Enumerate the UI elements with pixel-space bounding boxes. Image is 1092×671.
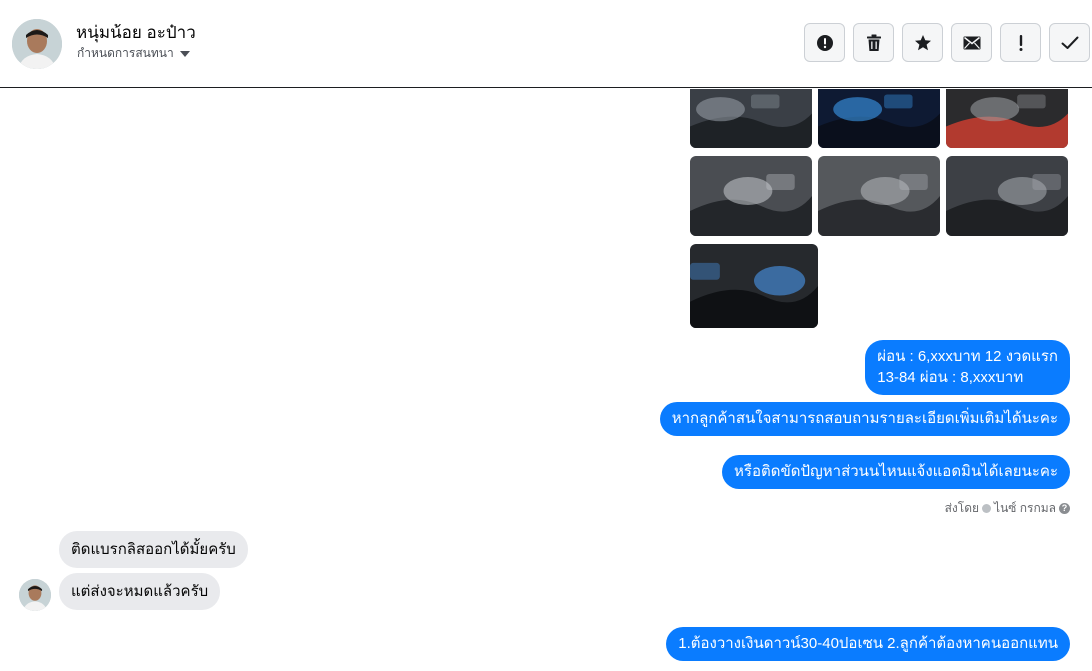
incoming-message[interactable]: ติดแบรกลิสออกได้มั้ยครับ	[59, 531, 248, 568]
trash-icon	[866, 34, 881, 51]
sender-name: ไนซ์ กรกมล	[994, 501, 1056, 515]
checkmark-icon	[1061, 36, 1078, 49]
alert-circle-icon	[816, 34, 833, 51]
photo-steering-wheel[interactable]	[690, 244, 818, 328]
message-text: แต่ส่งจะหมดแล้วครับ	[71, 583, 209, 600]
conversation-settings-label: กำหนดการสนทนา	[77, 46, 174, 60]
exclamation-icon	[1019, 34, 1022, 51]
photo-rear-seats[interactable]	[818, 156, 940, 236]
message-text: หรือติดขัดปัญหาส่วนนไหนแจ้งแอดมินได้เลยน…	[734, 463, 1058, 480]
outgoing-message[interactable]: 1.ต้องวางเงินดาวน์30-40ปอเซน 2.ลูกค้าต้อ…	[666, 627, 1070, 661]
photo-front-seats[interactable]	[690, 156, 812, 236]
conversation-toolbar	[804, 23, 1090, 62]
sent-by-label: ส่งโดย ไนซ์ กรกมล ?	[945, 499, 1070, 518]
done-button[interactable]	[1049, 23, 1090, 62]
message-thread[interactable]: ผ่อน : 6,xxxบาท 12 งวดแรก 13-84 ผ่อน : 8…	[0, 89, 1092, 671]
message-text: หากลูกค้าสนใจสามารถสอบถามรายละเอียดเพิ่ม…	[671, 410, 1058, 427]
conversation-header: หนุ่มน้อย อะป๋าว กำหนดการสนทนา	[0, 0, 1092, 88]
important-button[interactable]	[1000, 23, 1041, 62]
report-button[interactable]	[804, 23, 845, 62]
outgoing-message[interactable]: หากลูกค้าสนใจสามารถสอบถามรายละเอียดเพิ่ม…	[659, 402, 1070, 436]
contact-avatar[interactable]	[12, 19, 62, 69]
photo-interior-dashboard[interactable]	[690, 89, 812, 148]
conversation-settings-dropdown[interactable]: กำหนดการสนทนา	[77, 44, 190, 63]
help-icon[interactable]: ?	[1059, 503, 1070, 514]
message-text: ติดแบรกลิสออกได้มั้ยครับ	[71, 541, 236, 558]
photo-engine-bay[interactable]	[946, 89, 1068, 148]
contact-avatar-small[interactable]	[19, 579, 51, 611]
photo-instrument-cluster[interactable]	[818, 89, 940, 148]
sent-by-prefix: ส่งโดย	[944, 501, 980, 515]
delete-button[interactable]	[853, 23, 894, 62]
envelope-icon	[963, 36, 980, 49]
outgoing-message[interactable]: หรือติดขัดปัญหาส่วนนไหนแจ้งแอดมินได้เลยน…	[722, 455, 1070, 489]
message-text-line: 13-84 ผ่อน : 8,xxxบาท	[877, 369, 1024, 386]
caret-down-icon	[179, 51, 190, 57]
outgoing-message[interactable]: ผ่อน : 6,xxxบาท 12 งวดแรก 13-84 ผ่อน : 8…	[865, 340, 1070, 395]
contact-name[interactable]: หนุ่มน้อย อะป๋าว	[76, 19, 196, 46]
message-text: 1.ต้องวางเงินดาวน์30-40ปอเซน 2.ลูกค้าต้อ…	[678, 635, 1058, 652]
star-button[interactable]	[902, 23, 943, 62]
admin-avatar-icon	[982, 504, 992, 513]
message-text-line: ผ่อน : 6,xxxบาท 12 งวดแรก	[877, 348, 1058, 365]
star-icon	[914, 34, 931, 50]
mark-unread-button[interactable]	[951, 23, 992, 62]
photo-gear-shifter[interactable]	[946, 156, 1068, 236]
incoming-message[interactable]: แต่ส่งจะหมดแล้วครับ	[59, 573, 221, 610]
